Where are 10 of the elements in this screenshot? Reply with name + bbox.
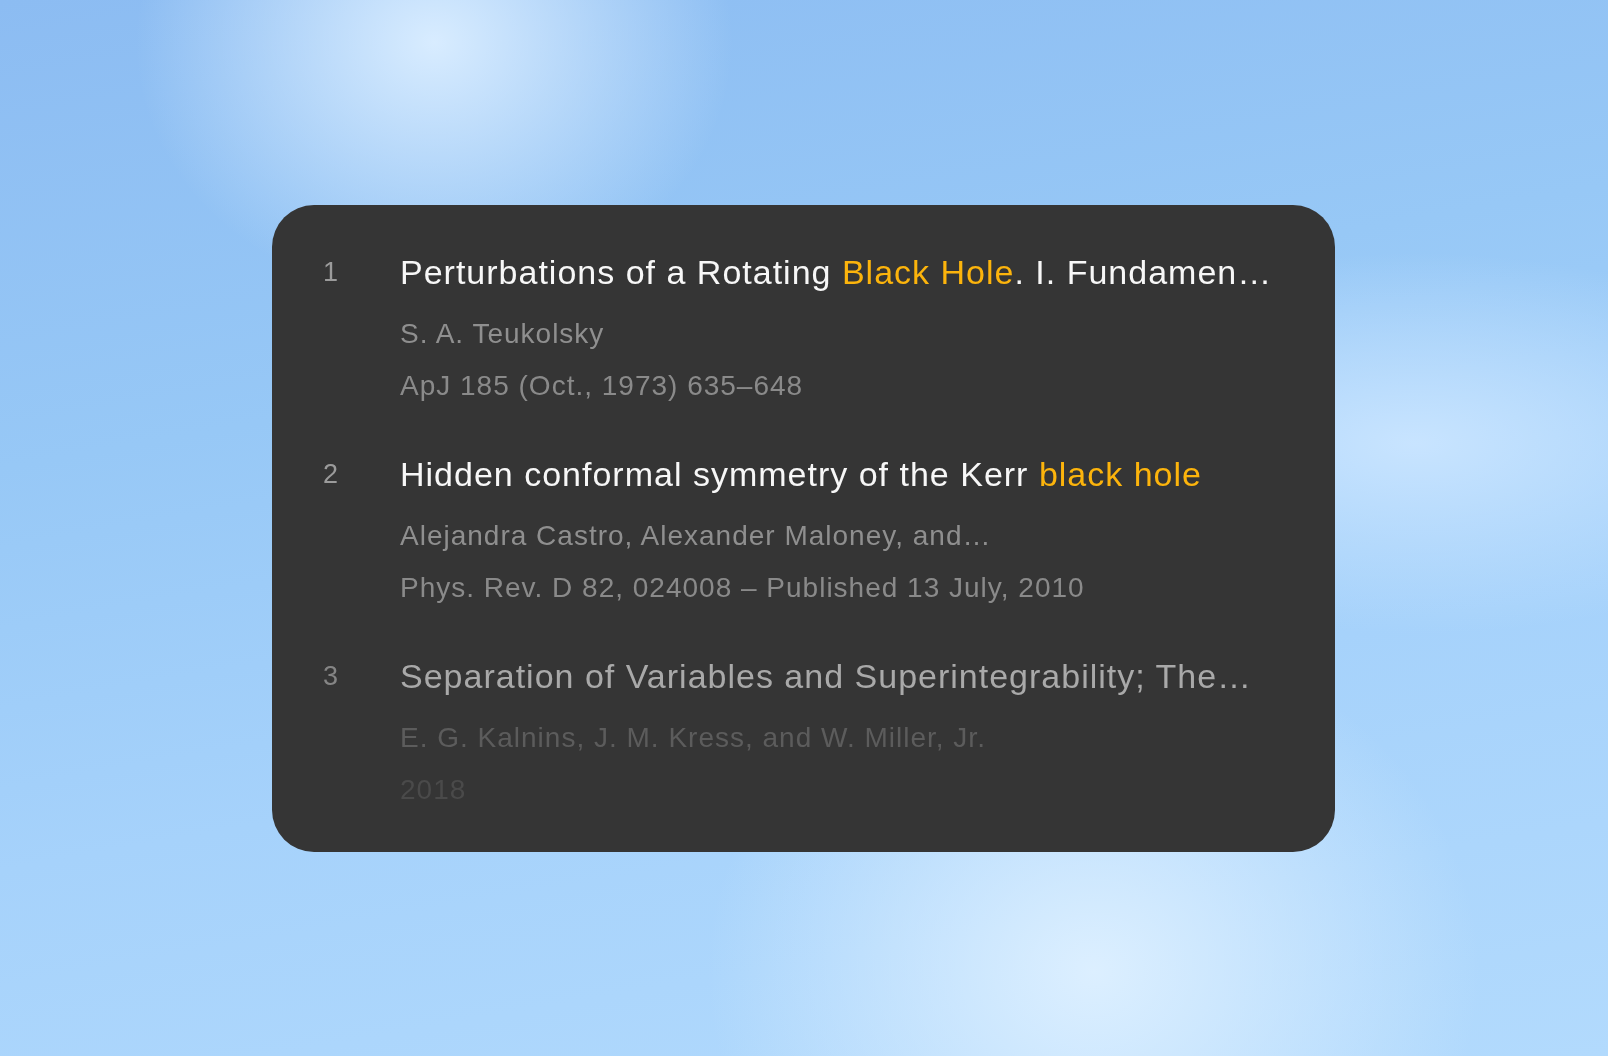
result-number: 1 bbox=[323, 256, 340, 289]
result-number: 2 bbox=[323, 458, 340, 491]
result-number: 3 bbox=[323, 660, 340, 693]
result-authors: S. A. Teukolsky bbox=[400, 317, 606, 351]
result-authors: Alejandra Castro, Alexander Maloney, and… bbox=[400, 519, 993, 553]
result-title[interactable]: Separation of Variables and Superintegrability; The… bbox=[400, 656, 1253, 696]
result-title[interactable]: Hidden conformal symmetry of the Kerr black hole bbox=[400, 454, 1202, 494]
result-source: Phys. Rev. D 82, 024008 – Published 13 July, 2010 bbox=[400, 571, 1086, 605]
result-source: ApJ 185 (Oct., 1973) 635–648 bbox=[400, 369, 805, 403]
result-title[interactable]: Perturbations of a Rotating Black Hole. I. Fundamen… bbox=[400, 252, 1273, 292]
